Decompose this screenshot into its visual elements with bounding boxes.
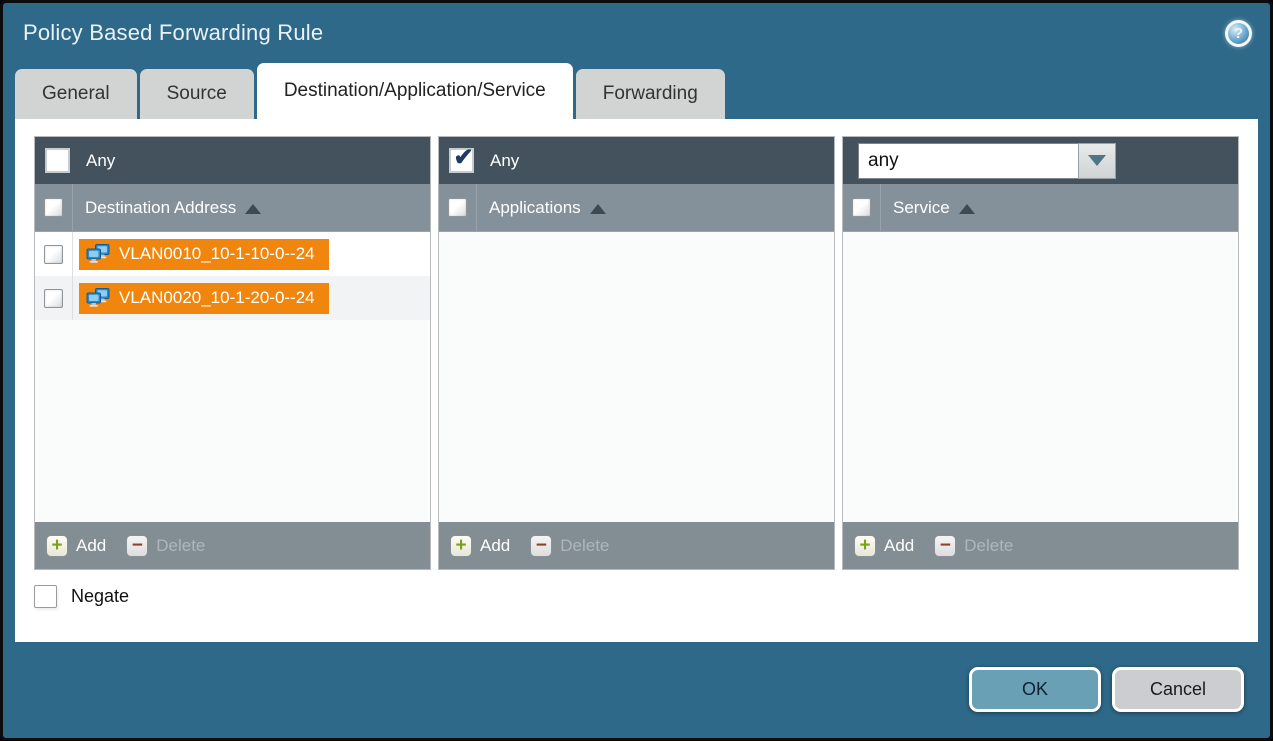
address-object-chip[interactable]: VLAN0020_10-1-20-0--24 — [79, 283, 329, 314]
address-group-icon — [86, 288, 111, 309]
address-object-name: VLAN0010_10-1-10-0--24 — [119, 244, 315, 264]
address-object-chip[interactable]: VLAN0010_10-1-10-0--24 — [79, 239, 329, 270]
destination-header-label[interactable]: Destination Address — [85, 198, 236, 218]
sort-ascending-icon — [245, 204, 261, 214]
dropdown-button[interactable] — [1078, 143, 1116, 179]
question-mark-glyph: ? — [1234, 25, 1243, 42]
row-checkbox[interactable] — [44, 289, 63, 308]
destination-select-all-checkbox[interactable] — [44, 198, 63, 217]
service-footer: + Add − Delete — [843, 522, 1238, 569]
delete-icon: − — [934, 535, 956, 557]
row-checkbox[interactable] — [44, 245, 63, 264]
negate-checkbox[interactable] — [34, 585, 57, 608]
service-type-dropdown[interactable]: any — [858, 143, 1116, 179]
destination-any-label: Any — [86, 151, 115, 171]
dialog-title: Policy Based Forwarding Rule — [23, 20, 323, 46]
applications-select-all-checkbox[interactable] — [448, 198, 467, 217]
applications-any-bar: ✔ Any — [439, 137, 834, 184]
service-type-dropdown-value[interactable]: any — [858, 143, 1078, 179]
address-object-name: VLAN0020_10-1-20-0--24 — [119, 288, 315, 308]
applications-header-label[interactable]: Applications — [489, 198, 581, 218]
sort-ascending-icon — [590, 204, 606, 214]
sort-ascending-icon — [959, 204, 975, 214]
dialog-actions: OK Cancel — [969, 667, 1244, 712]
tab-forwarding[interactable]: Forwarding — [576, 69, 725, 119]
service-list — [843, 232, 1238, 522]
destination-address-row[interactable]: VLAN0020_10-1-20-0--24 — [35, 276, 430, 320]
title-bar: Policy Based Forwarding Rule ? — [3, 3, 1270, 63]
service-delete-button[interactable]: − Delete — [934, 535, 1013, 557]
negate-row: Negate — [34, 585, 1239, 608]
service-select-all-checkbox[interactable] — [852, 198, 871, 217]
destination-column-header: Destination Address — [35, 184, 430, 232]
applications-add-button[interactable]: + Add — [450, 535, 510, 557]
help-icon[interactable]: ? — [1225, 20, 1252, 47]
applications-delete-button[interactable]: − Delete — [530, 535, 609, 557]
applications-column: ✔ Any Applications + Add — [438, 136, 835, 570]
applications-any-checkbox[interactable]: ✔ — [449, 148, 474, 173]
tab-bar: General Source Destination/Application/S… — [3, 63, 1270, 119]
tab-content-panel: ✔ Any Destination Address — [15, 119, 1258, 642]
destination-footer: + Add − Delete — [35, 522, 430, 569]
tab-destination-application-service[interactable]: Destination/Application/Service — [257, 63, 573, 119]
tab-general[interactable]: General — [15, 69, 137, 119]
destination-address-column: ✔ Any Destination Address — [34, 136, 431, 570]
applications-footer: + Add − Delete — [439, 522, 834, 569]
add-icon: + — [450, 535, 472, 557]
tab-source[interactable]: Source — [140, 69, 254, 119]
cancel-button[interactable]: Cancel — [1112, 667, 1244, 712]
delete-icon: − — [530, 535, 552, 557]
service-type-bar: any — [843, 137, 1238, 184]
service-column: any Service + Ad — [842, 136, 1239, 570]
check-icon: ✔ — [453, 146, 473, 170]
destination-address-row[interactable]: VLAN0010_10-1-10-0--24 — [35, 232, 430, 276]
service-header-label[interactable]: Service — [893, 198, 950, 218]
destination-address-list: VLAN0010_10-1-10-0--24 — [35, 232, 430, 522]
destination-add-button[interactable]: + Add — [46, 535, 106, 557]
negate-label: Negate — [71, 586, 129, 607]
add-icon: + — [46, 535, 68, 557]
add-icon: + — [854, 535, 876, 557]
chevron-down-icon — [1088, 155, 1106, 166]
applications-list — [439, 232, 834, 522]
ok-button[interactable]: OK — [969, 667, 1101, 712]
service-add-button[interactable]: + Add — [854, 535, 914, 557]
service-column-header: Service — [843, 184, 1238, 232]
address-group-icon — [86, 244, 111, 265]
destination-any-bar: ✔ Any — [35, 137, 430, 184]
applications-any-label: Any — [490, 151, 519, 171]
applications-column-header: Applications — [439, 184, 834, 232]
pbf-rule-dialog: Policy Based Forwarding Rule ? General S… — [0, 0, 1273, 741]
destination-delete-button[interactable]: − Delete — [126, 535, 205, 557]
destination-any-checkbox[interactable]: ✔ — [45, 148, 70, 173]
delete-icon: − — [126, 535, 148, 557]
